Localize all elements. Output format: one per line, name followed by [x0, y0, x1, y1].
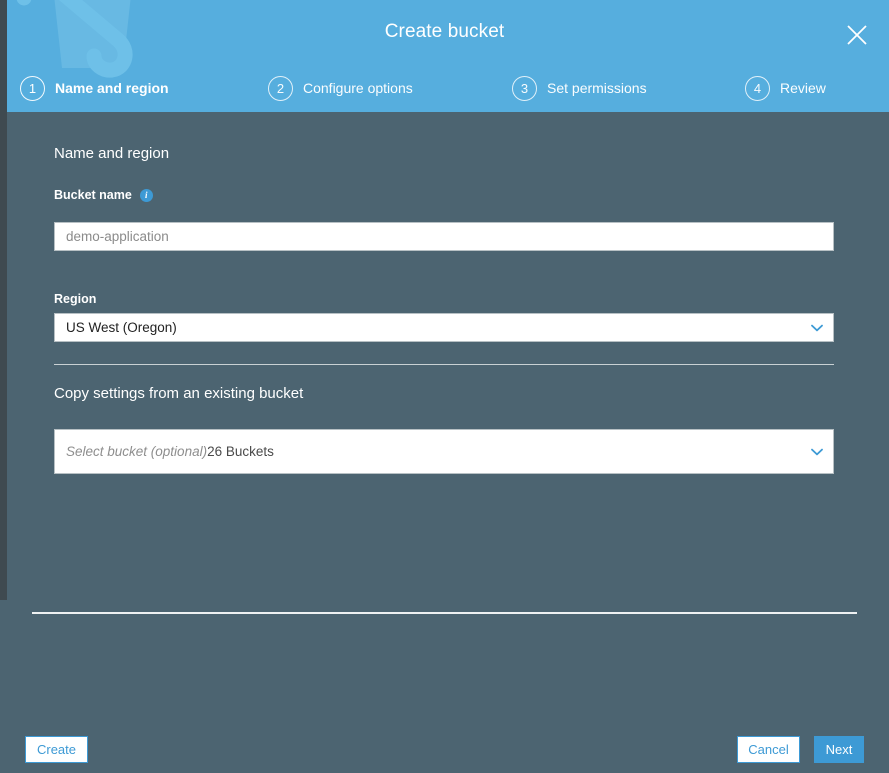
region-select[interactable]: US West (Oregon) [54, 313, 834, 342]
step-label-3: Set permissions [547, 80, 647, 96]
section-title-name-and-region: Name and region [54, 145, 170, 162]
left-edge-strip [0, 0, 7, 600]
page-title: Create bucket [384, 21, 505, 42]
step-label-1: Name and region [55, 80, 169, 96]
step-indicator: 1 Name and region 2 Configure options 3 … [0, 72, 889, 104]
bucket-name-label-text: Bucket name [54, 188, 132, 202]
section-divider [54, 364, 834, 365]
cancel-button[interactable]: Cancel [737, 736, 800, 763]
create-bucket-modal: Create bucket 1 Name and region 2 Config… [0, 0, 889, 773]
step-label-2: Configure options [303, 80, 413, 96]
copy-settings-bucket-select[interactable]: Select bucket (optional) 26 Buckets [54, 429, 834, 474]
copy-settings-bucket-count: 26 Buckets [207, 444, 274, 459]
step-number-1: 1 [20, 75, 45, 101]
step-number-2: 2 [268, 75, 293, 101]
close-icon[interactable] [842, 20, 872, 50]
info-icon[interactable]: i [139, 188, 153, 202]
modal-body: Name and region Bucket name i demo-appli… [0, 112, 889, 773]
bucket-name-input[interactable]: demo-application [54, 222, 834, 251]
create-button[interactable]: Create [25, 736, 88, 763]
modal-header: Create bucket 1 Name and region 2 Config… [0, 0, 889, 112]
region-label-text: Region [54, 292, 97, 306]
bucket-name-label: Bucket name i [54, 188, 153, 202]
region-selected-value: US West (Oregon) [66, 320, 177, 335]
step-name-and-region[interactable]: 1 Name and region [20, 72, 169, 104]
chevron-down-icon [811, 448, 823, 455]
section-title-copy-settings: Copy settings from an existing bucket [54, 385, 304, 402]
bucket-name-placeholder: demo-application [66, 229, 169, 244]
step-number-4: 4 [745, 75, 770, 101]
region-label: Region [54, 292, 96, 306]
next-button[interactable]: Next [814, 736, 864, 763]
step-set-permissions[interactable]: 3 Set permissions [512, 72, 647, 104]
step-number-3: 3 [512, 75, 537, 101]
copy-settings-placeholder: Select bucket (optional) [66, 444, 208, 459]
step-label-4: Review [780, 80, 826, 96]
footer-divider [32, 612, 857, 614]
step-review[interactable]: 4 Review [745, 72, 826, 104]
step-configure-options[interactable]: 2 Configure options [268, 72, 413, 104]
chevron-down-icon [811, 324, 823, 331]
